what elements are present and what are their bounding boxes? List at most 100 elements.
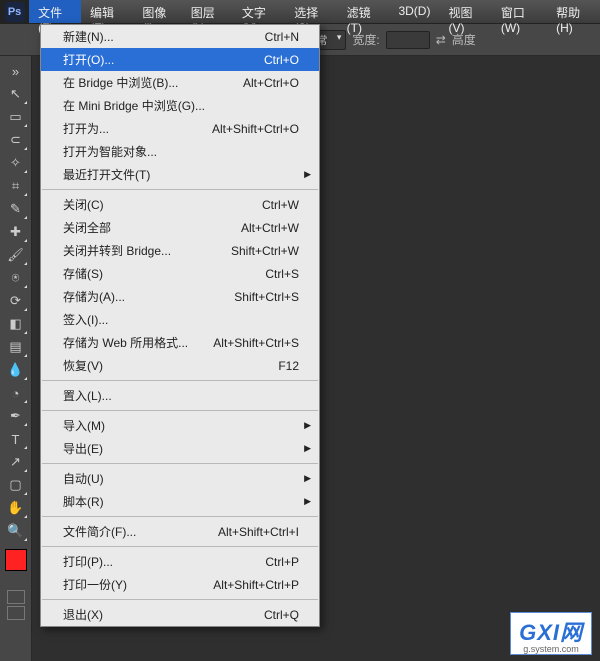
tool-blur[interactable]: 💧 — [4, 359, 28, 381]
menuitem-在 Bridge 中浏览(B)...[interactable]: 在 Bridge 中浏览(B)...Alt+Ctrl+O — [41, 71, 319, 94]
menuitem-label: 自动(U) — [63, 470, 104, 487]
menuitem-label: 文件简介(F)... — [63, 523, 136, 540]
menuitem-关闭(C)[interactable]: 关闭(C) Ctrl+W — [41, 193, 319, 216]
menuitem-shortcut: Shift+Ctrl+S — [234, 290, 299, 304]
menuitem-shortcut: Shift+Ctrl+W — [231, 244, 299, 258]
menu-3D(D)[interactable]: 3D(D) — [389, 0, 439, 23]
menuitem-打开为智能对象...[interactable]: 打开为智能对象... — [41, 140, 319, 163]
swap-icon[interactable]: ⇄ — [436, 33, 446, 47]
menuitem-label: 存储为(A)... — [63, 288, 125, 305]
menu-视图(V)[interactable]: 视图(V) — [439, 0, 491, 23]
tool-lasso[interactable]: ⊂ — [4, 129, 28, 151]
tool-zoom[interactable]: 🔍 — [4, 520, 28, 542]
tool-crop[interactable]: ⌗ — [4, 175, 28, 197]
menuitem-label: 新建(N)... — [63, 28, 114, 45]
menu-滤镜(T)[interactable]: 滤镜(T) — [338, 0, 390, 23]
menuitem-label: 打印(P)... — [63, 553, 113, 570]
foreground-color-icon[interactable] — [5, 549, 27, 571]
menu-separator — [42, 380, 318, 381]
menu-帮助(H)[interactable]: 帮助(H) — [547, 0, 600, 23]
menuitem-自动(U)[interactable]: 自动(U) ▶ — [41, 467, 319, 490]
menuitem-shortcut: F12 — [278, 359, 299, 373]
menuitem-label: 关闭并转到 Bridge... — [63, 242, 171, 259]
submenu-arrow-icon: ▶ — [304, 443, 311, 454]
menuitem-关闭并转到 Bridge...[interactable]: 关闭并转到 Bridge... Shift+Ctrl+W — [41, 239, 319, 262]
menuitem-置入(L)...[interactable]: 置入(L)... — [41, 384, 319, 407]
menuitem-shortcut: Ctrl+O — [264, 53, 299, 67]
menu-文件(F)[interactable]: 文件(F) — [29, 0, 81, 23]
menuitem-恢复(V)[interactable]: 恢复(V)F12 — [41, 354, 319, 377]
menuitem-新建(N)...[interactable]: 新建(N)...Ctrl+N — [41, 25, 319, 48]
menuitem-label: 脚本(R) — [63, 493, 104, 510]
menu-separator — [42, 599, 318, 600]
menuitem-存储为(A)...[interactable]: 存储为(A)... Shift+Ctrl+S — [41, 285, 319, 308]
menuitem-label: 导入(M) — [63, 417, 105, 434]
tool-path-select[interactable]: ↗ — [4, 451, 28, 473]
menu-separator — [42, 516, 318, 517]
menuitem-label: 退出(X) — [63, 606, 103, 623]
tool-history-brush[interactable]: ⟳ — [4, 290, 28, 312]
menu-编辑(E)[interactable]: 编辑(E) — [81, 0, 133, 23]
menuitem-存储为 Web 所用格式...[interactable]: 存储为 Web 所用格式...Alt+Shift+Ctrl+S — [41, 331, 319, 354]
tool-eyedropper[interactable]: ✎ — [4, 198, 28, 220]
tool-hand[interactable]: ✋ — [4, 497, 28, 519]
tool-marquee[interactable]: ▭ — [4, 106, 28, 128]
menuitem-脚本(R)[interactable]: 脚本(R) ▶ — [41, 490, 319, 513]
menu-图层(L)[interactable]: 图层(L) — [182, 0, 233, 23]
menuitem-label: 打印一份(Y) — [63, 576, 127, 593]
menuitem-label: 签入(I)... — [63, 311, 108, 328]
menu-separator — [42, 189, 318, 190]
tool-move[interactable]: ↖ — [4, 83, 28, 105]
menuitem-存储(S)[interactable]: 存储(S)Ctrl+S — [41, 262, 319, 285]
tool-shape[interactable]: ▢ — [4, 474, 28, 496]
menuitem-导入(M)[interactable]: 导入(M) ▶ — [41, 414, 319, 437]
menuitem-打印(P)...[interactable]: 打印(P)... Ctrl+P — [41, 550, 319, 573]
menuitem-label: 关闭(C) — [63, 196, 104, 213]
menuitem-退出(X)[interactable]: 退出(X)Ctrl+Q — [41, 603, 319, 626]
menuitem-打印一份(Y)[interactable]: 打印一份(Y)Alt+Shift+Ctrl+P — [41, 573, 319, 596]
menu-separator — [42, 546, 318, 547]
tool-type[interactable]: T — [4, 428, 28, 450]
menuitem-导出(E)[interactable]: 导出(E) ▶ — [41, 437, 319, 460]
submenu-arrow-icon: ▶ — [304, 420, 311, 431]
menuitem-打开为...[interactable]: 打开为...Alt+Shift+Ctrl+O — [41, 117, 319, 140]
menuitem-label: 关闭全部 — [63, 219, 111, 236]
tool-gradient[interactable]: ▤ — [4, 336, 28, 358]
watermark: GXI网 g.system.com — [510, 612, 592, 655]
tool-pen[interactable]: ✒ — [4, 405, 28, 427]
width-label: 宽度: — [352, 31, 379, 48]
menuitem-shortcut: Ctrl+P — [265, 555, 299, 569]
menuitem-label: 置入(L)... — [63, 387, 112, 404]
collapse-icon[interactable]: » — [4, 60, 28, 82]
menuitem-文件简介(F)...[interactable]: 文件简介(F)...Alt+Shift+Ctrl+I — [41, 520, 319, 543]
quick-mask-icon[interactable] — [7, 590, 25, 604]
menu-选择(S)[interactable]: 选择(S) — [285, 0, 337, 23]
menuitem-关闭全部[interactable]: 关闭全部Alt+Ctrl+W — [41, 216, 319, 239]
tool-brush[interactable]: 🖌 — [4, 244, 28, 266]
watermark-url: g.system.com — [519, 644, 583, 654]
menuitem-label: 导出(E) — [63, 440, 103, 457]
menuitem-打开(O)...[interactable]: 打开(O)...Ctrl+O — [41, 48, 319, 71]
menu-文字(Y)[interactable]: 文字(Y) — [233, 0, 285, 23]
menuitem-在 Mini Bridge 中浏览(G)...[interactable]: 在 Mini Bridge 中浏览(G)... — [41, 94, 319, 117]
tool-stamp[interactable]: ⍟ — [4, 267, 28, 289]
width-input[interactable] — [386, 31, 430, 49]
menuitem-shortcut: Alt+Shift+Ctrl+S — [213, 336, 299, 350]
menuitem-shortcut: Ctrl+S — [265, 267, 299, 281]
menuitem-签入(I)...[interactable]: 签入(I)... — [41, 308, 319, 331]
screen-mode-icon[interactable] — [7, 606, 25, 620]
menuitem-label: 打开为智能对象... — [63, 143, 157, 160]
menuitem-shortcut: Ctrl+W — [262, 198, 299, 212]
tool-dodge[interactable]: ◔ — [4, 382, 28, 404]
tool-healing[interactable]: ✚ — [4, 221, 28, 243]
tool-eraser[interactable]: ◧ — [4, 313, 28, 335]
submenu-arrow-icon: ▶ — [304, 496, 311, 507]
menuitem-label: 打开为... — [63, 120, 109, 137]
menu-图像(I)[interactable]: 图像(I) — [133, 0, 181, 23]
menu-窗口(W)[interactable]: 窗口(W) — [492, 0, 547, 23]
menuitem-label: 在 Bridge 中浏览(B)... — [63, 74, 178, 91]
menuitem-最近打开文件(T)[interactable]: 最近打开文件(T)▶ — [41, 163, 319, 186]
tool-magic-wand[interactable]: ✧ — [4, 152, 28, 174]
submenu-arrow-icon: ▶ — [304, 473, 311, 484]
submenu-arrow-icon: ▶ — [304, 169, 311, 180]
